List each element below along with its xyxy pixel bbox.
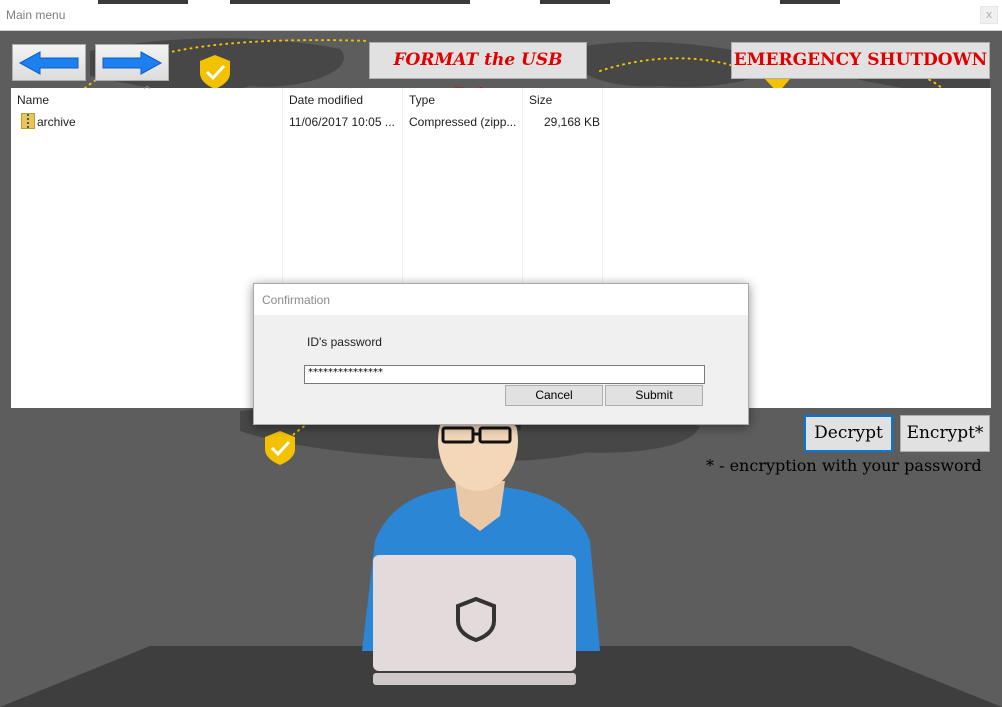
title-strip xyxy=(540,0,610,4)
zip-folder-icon xyxy=(21,113,35,129)
arrow-left-icon xyxy=(18,51,79,75)
encryption-note: * - encryption with your password xyxy=(706,456,982,475)
title-bar: Main menu x xyxy=(0,0,1002,31)
decrypt-button[interactable]: Decrypt xyxy=(804,415,893,452)
title-strip xyxy=(780,0,840,4)
file-name[interactable]: archive xyxy=(37,115,76,129)
back-button[interactable] xyxy=(12,44,86,81)
file-type: Compressed (zipp... xyxy=(409,115,517,129)
column-header-name[interactable]: Name xyxy=(17,93,49,107)
forward-button[interactable] xyxy=(95,44,169,81)
password-label: ID's password xyxy=(307,335,382,349)
file-date-modified: 11/06/2017 10:05 ... xyxy=(289,115,395,129)
title-strip xyxy=(98,0,188,4)
column-header-size[interactable]: Size xyxy=(529,93,552,107)
submit-button[interactable]: Submit xyxy=(605,385,703,406)
arrow-right-icon xyxy=(102,51,163,75)
file-size: 29,168 KB xyxy=(544,115,601,129)
column-header-type[interactable]: Type xyxy=(409,93,435,107)
cancel-button[interactable]: Cancel xyxy=(505,385,603,406)
column-header-date-modified[interactable]: Date modified xyxy=(289,93,363,107)
sort-ascending-icon: ^ xyxy=(143,85,152,96)
close-button[interactable]: x xyxy=(980,6,998,24)
dialog-title-bar[interactable]: Confirmation xyxy=(254,284,748,315)
confirmation-dialog: Confirmation ID's password *************… xyxy=(253,283,749,425)
password-field[interactable]: *************** xyxy=(304,365,705,384)
window-title: Main menu xyxy=(6,8,66,22)
emergency-shutdown-button[interactable]: EMERGENCY SHUTDOWN xyxy=(731,42,990,79)
dialog-title: Confirmation xyxy=(262,293,331,307)
format-usb-button[interactable]: FORMAT the USB Drive xyxy=(369,42,587,105)
encrypt-button[interactable]: Encrypt* xyxy=(900,415,990,452)
title-strip xyxy=(230,0,470,4)
